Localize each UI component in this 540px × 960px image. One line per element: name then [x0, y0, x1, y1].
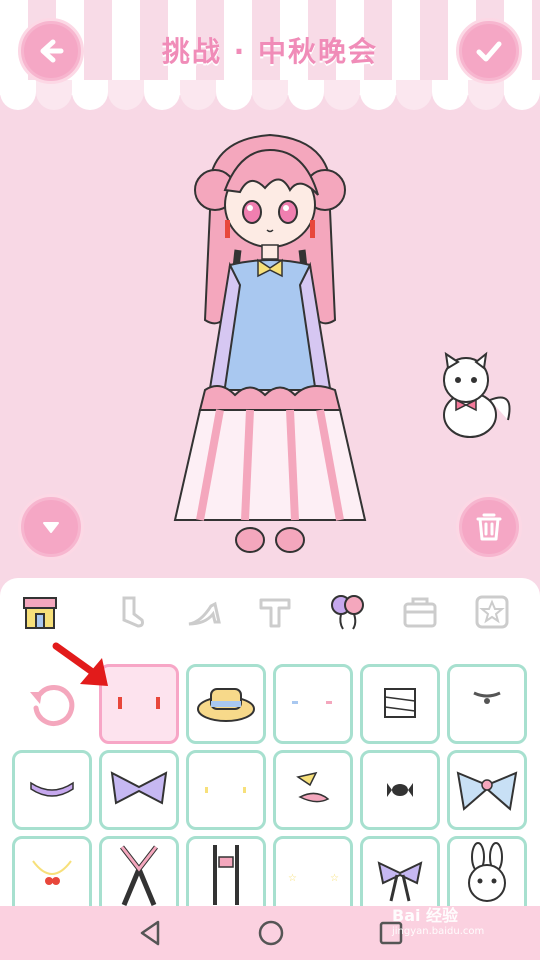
nav-home-icon[interactable] [256, 918, 286, 948]
shirt-icon [259, 598, 291, 628]
delete-button[interactable] [456, 494, 522, 560]
item-purple-bow[interactable] [99, 750, 179, 830]
trash-icon [476, 513, 502, 541]
svg-text:☆: ☆ [288, 873, 297, 884]
nav-back-icon[interactable] [136, 918, 166, 948]
bandage-icon [384, 688, 416, 718]
choker-icon [473, 691, 501, 704]
awning-scallops [0, 80, 540, 110]
star-earrings-icon: ☆ ☆ [288, 873, 339, 884]
back-button[interactable] [18, 18, 84, 84]
item-plaid-bow[interactable] [447, 750, 527, 830]
watermark-url: jingyan.baidu.com [392, 926, 485, 937]
shop-icon [23, 597, 57, 629]
cherry-necklace-icon [32, 860, 72, 885]
arrow-left-icon [40, 39, 64, 63]
sock-icon [122, 596, 144, 628]
item-pink-ribbon[interactable] [99, 836, 179, 916]
item-straw-hat[interactable] [186, 664, 266, 744]
watermark: Bai 经验 jingyan.baidu.com [392, 902, 484, 937]
balloons-icon [331, 595, 364, 630]
bag-icon [403, 597, 437, 628]
candy-hairclip-icon [296, 771, 330, 803]
straw-hat-icon [197, 688, 255, 722]
triangle-down-icon [43, 522, 59, 533]
character-doll [173, 133, 367, 553]
purple-bow-icon [110, 771, 168, 805]
svg-text:☆: ☆ [330, 873, 339, 884]
tab-favorites[interactable] [470, 590, 514, 634]
cat-pet [443, 351, 511, 438]
tab-accessories[interactable] [326, 590, 370, 634]
suspenders-icon [213, 845, 239, 905]
hint-arrow [52, 642, 108, 686]
item-yellow-earrings[interactable] [186, 750, 266, 830]
item-cherry-necklace[interactable] [12, 836, 92, 916]
checkmark-icon [476, 41, 502, 62]
item-suspenders[interactable] [186, 836, 266, 916]
item-choker[interactable] [447, 664, 527, 744]
tab-shoes[interactable] [183, 590, 227, 634]
high-heel-icon [188, 601, 221, 626]
wrapped-candy-icon [387, 783, 413, 797]
plaid-bow-icon [456, 771, 518, 811]
tab-socks[interactable] [108, 590, 152, 634]
confirm-button[interactable] [456, 18, 522, 84]
item-lace-collar[interactable] [12, 750, 92, 830]
category-tabs [0, 590, 540, 640]
item-star-earrings[interactable]: ☆ ☆ [273, 836, 353, 916]
item-candy-hairclip[interactable] [273, 750, 353, 830]
item-bandage[interactable] [360, 664, 440, 744]
pink-ribbon-icon [120, 845, 158, 906]
tab-bag[interactable] [398, 590, 442, 634]
star-icon [475, 595, 509, 629]
tab-shop[interactable] [18, 590, 62, 634]
item-wrapped-candy[interactable] [360, 750, 440, 830]
blue-earrings-icon [292, 701, 332, 704]
character-stage [0, 110, 540, 580]
tab-top[interactable] [253, 590, 297, 634]
item-blue-earrings[interactable] [273, 664, 353, 744]
lace-collar-icon [30, 781, 74, 797]
collapse-button[interactable] [18, 494, 84, 560]
yellow-earrings-icon [205, 787, 246, 793]
watermark-brand: Bai 经验 [392, 906, 459, 925]
